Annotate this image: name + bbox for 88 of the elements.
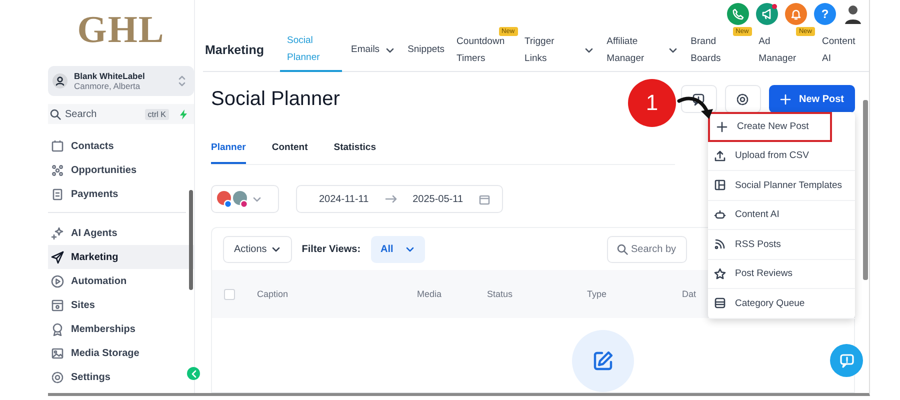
- column-header: Caption: [257, 289, 290, 299]
- pencil-square-icon: [592, 350, 614, 372]
- tab[interactable]: Content: [272, 134, 308, 164]
- shortcut-key: ctrl K: [144, 108, 169, 120]
- sidebar-item[interactable]: Memberships: [48, 317, 194, 341]
- search-icon: [617, 244, 628, 254]
- column-header: Dat: [682, 289, 696, 299]
- new-post-button[interactable]: New Post: [768, 85, 855, 113]
- arrow-right-icon: [384, 195, 397, 203]
- sidebar-item[interactable]: Payments: [48, 182, 194, 206]
- message-alert-icon: [692, 92, 706, 106]
- browser-window-icon: [51, 298, 64, 312]
- lightning-icon: [179, 108, 188, 120]
- sidebar-item[interactable]: Settings: [48, 365, 176, 389]
- dots-cluster-icon: [51, 164, 64, 176]
- phone-button[interactable]: [727, 3, 749, 25]
- menu-item[interactable]: Post Reviews: [708, 260, 855, 289]
- menu-item[interactable]: Social Planner Templates: [708, 171, 855, 200]
- sidebar-item[interactable]: Contacts: [48, 134, 194, 158]
- menu-item[interactable]: RSS Posts: [708, 230, 855, 260]
- sidebar-item[interactable]: Sites: [48, 293, 194, 317]
- announcement-button[interactable]: [756, 3, 778, 25]
- nav-tab[interactable]: Snippets: [404, 28, 448, 72]
- column-header: Type: [587, 289, 608, 299]
- actions-dropdown[interactable]: Actions: [223, 236, 292, 262]
- image-icon: [51, 346, 64, 360]
- play-circle-icon: [51, 274, 64, 288]
- filter-dropdown[interactable]: All: [370, 236, 426, 262]
- bell-icon: [790, 8, 802, 20]
- search-placeholder: Search: [65, 108, 98, 120]
- paper-plane-icon: [51, 250, 64, 264]
- chat-button[interactable]: [830, 344, 863, 377]
- phone-icon: [732, 8, 744, 20]
- settings-button[interactable]: [724, 85, 761, 113]
- section-title: Marketing: [205, 42, 264, 56]
- column-header: Media: [417, 289, 443, 299]
- column-header: Status: [487, 289, 514, 299]
- sidebar-item[interactable]: Automation: [48, 269, 194, 293]
- search-icon: [50, 108, 61, 120]
- upload-icon: [714, 150, 726, 162]
- sidebar-item[interactable]: AI Agents: [48, 221, 194, 245]
- sidebar-item[interactable]: Opportunities: [48, 158, 194, 182]
- menu-item[interactable]: Content AI: [708, 200, 855, 230]
- tab[interactable]: Statistics: [334, 134, 376, 164]
- scrollbar[interactable]: [189, 190, 193, 290]
- search-field[interactable]: Search ctrl K: [48, 104, 194, 124]
- page-title: Social Planner: [211, 88, 340, 110]
- logo: GHL: [77, 8, 165, 52]
- award-icon: [51, 322, 64, 336]
- plus-icon: [716, 120, 728, 133]
- menu-item[interactable]: Create New Post: [708, 112, 832, 142]
- menu-item[interactable]: Category Queue: [708, 289, 855, 318]
- sidebar-item[interactable]: Media Storage: [48, 341, 194, 365]
- sidebar-item[interactable]: Marketing: [48, 245, 194, 269]
- megaphone-icon: [761, 8, 773, 20]
- user-icon: [52, 73, 68, 89]
- document-icon: [51, 188, 64, 200]
- plus-icon: [780, 94, 791, 104]
- select-all-checkbox[interactable]: [224, 288, 235, 300]
- menu-item[interactable]: Upload from CSV: [708, 142, 855, 171]
- step-number-badge: 1: [628, 79, 676, 127]
- list-box-icon: [714, 297, 726, 310]
- account-picker[interactable]: [211, 185, 279, 213]
- account-switcher[interactable]: Blank WhiteLabel Canmore, Alberta: [48, 66, 194, 96]
- star-icon: [714, 268, 726, 280]
- profile-avatars-icon: [216, 189, 250, 209]
- notifications-button[interactable]: [785, 3, 807, 25]
- nav-tab[interactable]: Emails: [348, 28, 383, 72]
- scrollbar[interactable]: [863, 100, 868, 280]
- layout-icon: [714, 179, 726, 192]
- account-location: Canmore, Alberta: [74, 81, 142, 91]
- search-field[interactable]: Search by: [607, 236, 687, 262]
- nav-tab[interactable]: Affiliate Manager: [604, 28, 666, 72]
- chevron-left-icon: [190, 370, 196, 378]
- date-range-field[interactable]: 2024-11-11 2025-05-11: [296, 185, 503, 213]
- rss-icon: [714, 238, 726, 250]
- collapse-button[interactable]: [187, 367, 200, 380]
- nav-tab[interactable]: Trigger Links: [522, 28, 582, 72]
- calendar-icon: [479, 194, 490, 204]
- filter-label: Filter Views:: [302, 244, 361, 254]
- help-button[interactable]: ?: [814, 3, 836, 25]
- account-name: Blank WhiteLabel: [74, 71, 146, 81]
- avatar-icon[interactable]: [843, 3, 863, 25]
- chevron-up-down-icon: [178, 75, 186, 87]
- sparkles-icon: [51, 226, 64, 240]
- nav-tab[interactable]: Content AI: [819, 28, 869, 72]
- message-alert-icon: [838, 352, 854, 368]
- tab[interactable]: Planner: [211, 134, 246, 164]
